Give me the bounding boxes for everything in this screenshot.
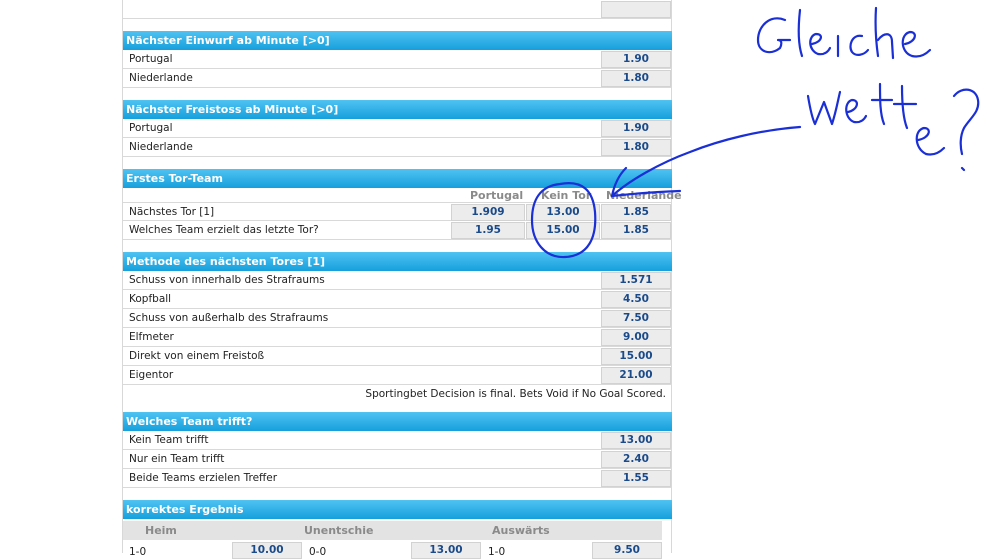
ink-letter-w xyxy=(806,90,842,126)
ink-letter-e1 xyxy=(809,32,832,56)
ink-arrow xyxy=(610,125,802,198)
ink-letter-h xyxy=(874,6,895,60)
handwritten-annotation xyxy=(530,6,980,259)
ink-letter-e2 xyxy=(901,30,932,58)
ink-letter-e3 xyxy=(845,98,868,124)
ink-question-mark xyxy=(952,88,980,172)
ink-letter-t1 xyxy=(870,82,894,126)
ink-letter-t2 xyxy=(892,84,918,130)
ink-letter-c xyxy=(849,34,870,56)
ink-letter-g xyxy=(756,17,792,54)
ink-letter-e4 xyxy=(915,126,946,156)
ink-circle xyxy=(530,182,597,259)
ink-letter-l xyxy=(797,8,804,58)
